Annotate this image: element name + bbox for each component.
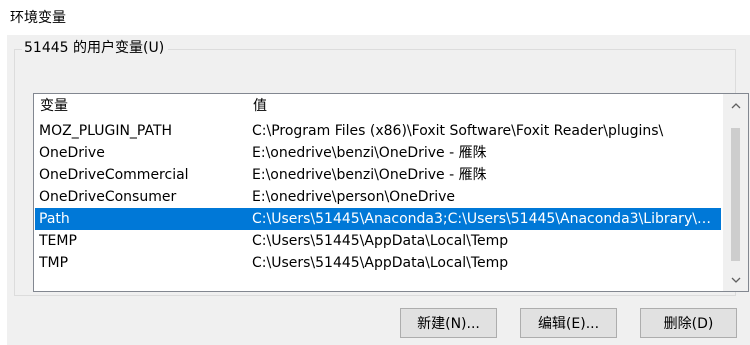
table-row[interactable]: MOZ_PLUGIN_PATH C:\Program Files (x86)\Fo… xyxy=(35,120,721,142)
variable-name-cell: TMP xyxy=(39,255,69,271)
scroll-thumb[interactable] xyxy=(731,128,740,261)
user-variables-list[interactable]: 变量 值 MOZ_PLUGIN_PATH C:\Program Files (x8… xyxy=(33,93,749,292)
list-header: 变量 值 xyxy=(34,94,722,118)
variable-name-cell: MOZ_PLUGIN_PATH xyxy=(39,123,173,139)
chevron-up-icon xyxy=(731,102,740,108)
column-header-value[interactable]: 值 xyxy=(253,97,267,115)
variable-value-cell: C:\Program Files (x86)\Foxit Software\Fo… xyxy=(252,123,664,139)
table-row[interactable]: Path C:\Users\51445\Anaconda3;C:\Users\51… xyxy=(35,208,721,230)
delete-variable-button[interactable]: 删除(D) xyxy=(640,308,737,338)
edit-variable-button[interactable]: 编辑(E)... xyxy=(520,308,617,338)
chevron-down-icon xyxy=(731,277,740,283)
column-header-variable[interactable]: 变量 xyxy=(40,97,68,115)
variable-name-cell: OneDriveConsumer xyxy=(39,189,177,205)
vertical-scrollbar[interactable] xyxy=(723,94,748,291)
table-row[interactable]: OneDrive E:\onedrive\benzi\OneDrive - 雁陎 xyxy=(35,142,721,164)
scroll-up-button[interactable] xyxy=(723,94,748,116)
variable-name-cell: OneDriveCommercial xyxy=(39,167,189,183)
table-row[interactable]: TMP C:\Users\51445\AppData\Local\Temp xyxy=(35,252,721,274)
variable-name-cell: TEMP xyxy=(39,233,77,249)
new-variable-button[interactable]: 新建(N)... xyxy=(400,308,497,338)
variable-name-cell: Path xyxy=(39,211,70,227)
window-title: 环境变量 xyxy=(10,10,66,26)
table-row[interactable]: OneDriveConsumer E:\onedrive\person\OneDr… xyxy=(35,186,721,208)
variable-value-cell: C:\Users\51445\AppData\Local\Temp xyxy=(252,233,509,249)
user-variables-group-label: 51445 的用户变量(U) xyxy=(22,39,169,57)
scroll-down-button[interactable] xyxy=(723,269,748,291)
variable-value-cell: C:\Users\51445\Anaconda3;C:\Users\51445\… xyxy=(252,211,717,227)
variable-value-cell: E:\onedrive\benzi\OneDrive - 雁陎 xyxy=(252,145,487,161)
variable-value-cell: C:\Users\51445\AppData\Local\Temp xyxy=(252,255,509,271)
variable-value-cell: E:\onedrive\benzi\OneDrive - 雁陎 xyxy=(252,167,487,183)
table-row[interactable]: TEMP C:\Users\51445\AppData\Local\Temp xyxy=(35,230,721,252)
environment-variables-window: 环境变量 51445 的用户变量(U) 变量 值 MOZ_PLUGIN_PATH… xyxy=(0,0,750,345)
table-row[interactable]: OneDriveCommercial E:\onedrive\benzi\OneD… xyxy=(35,164,721,186)
variable-value-cell: E:\onedrive\person\OneDrive xyxy=(252,189,456,205)
variable-name-cell: OneDrive xyxy=(39,145,105,161)
